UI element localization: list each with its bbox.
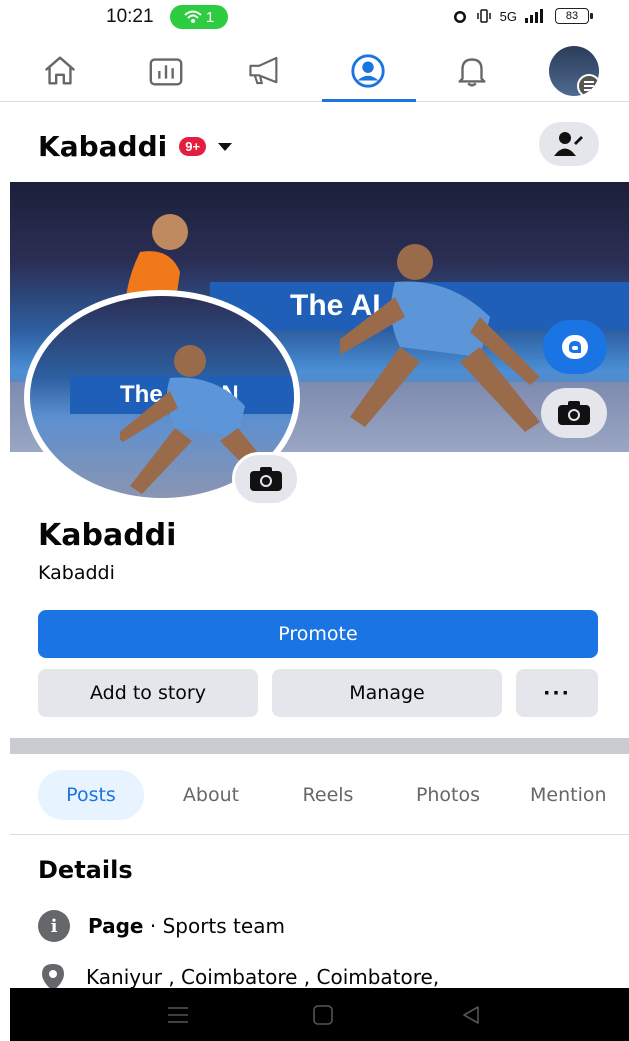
page-name: Kabaddi	[38, 130, 168, 163]
tabs-divider	[10, 834, 629, 835]
profile-subtitle: Kabaddi	[38, 562, 115, 584]
battery-indicator: 83	[555, 8, 593, 24]
status-icons: 5G 83	[452, 8, 593, 24]
back-triangle-icon	[463, 1006, 479, 1024]
tab-photos[interactable]: Photos	[398, 770, 498, 820]
camera-icon	[250, 467, 282, 491]
profile-name: Kabaddi	[38, 518, 177, 553]
detail-page-category: i Page · Sports team	[38, 910, 285, 942]
edit-cover-button[interactable]	[541, 388, 607, 438]
hotspot-indicator: 1	[170, 5, 228, 29]
square-icon	[313, 1005, 333, 1025]
detail-text: Page · Sports team	[88, 914, 285, 938]
alarm-icon	[453, 11, 466, 23]
camera-icon	[558, 401, 590, 425]
switch-profile-button[interactable]	[539, 122, 599, 166]
wifi-icon	[184, 10, 202, 23]
section-divider	[10, 738, 629, 754]
tab-posts[interactable]: Posts	[38, 770, 144, 820]
page-category: · Sports team	[149, 914, 285, 938]
vibrate-icon	[476, 9, 491, 23]
nav-home[interactable]	[30, 46, 90, 96]
home-button[interactable]	[310, 1002, 336, 1028]
recent-apps-button[interactable]	[165, 1002, 191, 1028]
page-label: Page	[88, 914, 144, 938]
system-nav-bar	[10, 988, 629, 1041]
chevron-down-icon	[218, 142, 233, 151]
page-header: Kabaddi 9+	[0, 102, 629, 182]
location-text: Kaniyur , Coimbatore , Coimbatore,	[86, 965, 440, 989]
player-figure-main	[340, 244, 540, 432]
hotspot-count: 1	[205, 8, 215, 26]
page-switcher[interactable]: Kabaddi 9+	[38, 130, 233, 163]
notification-badge: 9+	[179, 137, 207, 156]
status-bar: 10:21 1 5G 83	[0, 0, 629, 38]
battery-level: 83	[565, 10, 579, 22]
megaphone-icon	[249, 56, 278, 85]
add-to-story-button[interactable]: Add to story	[38, 669, 258, 717]
home-icon	[44, 56, 76, 85]
action-buttons: Add to story Manage ···	[38, 669, 598, 717]
signal-icon	[525, 9, 543, 23]
nav-menu[interactable]	[544, 46, 604, 96]
profile-icon	[351, 54, 385, 88]
tab-mentions[interactable]: Mention	[530, 770, 629, 820]
bell-icon	[458, 58, 486, 87]
profile-tabs: Posts About Reels Photos Mention	[0, 770, 629, 820]
menu-lines-icon	[168, 1007, 188, 1023]
chart-icon	[149, 58, 183, 86]
avatar-menu-icon	[549, 46, 599, 96]
top-nav	[0, 38, 629, 102]
status-time: 10:21	[106, 6, 154, 27]
info-icon: i	[38, 910, 70, 942]
edit-profile-picture-button[interactable]	[232, 452, 300, 506]
nav-notifications[interactable]	[442, 46, 502, 96]
nav-ads[interactable]	[236, 46, 296, 96]
user-edit-icon	[554, 132, 583, 156]
back-button[interactable]	[458, 1002, 484, 1028]
manage-button[interactable]: Manage	[272, 669, 502, 717]
tab-about[interactable]: About	[166, 770, 256, 820]
details-heading: Details	[38, 856, 133, 884]
avatar-a-icon	[562, 335, 588, 359]
menu-icon	[577, 74, 599, 96]
more-options-button[interactable]: ···	[516, 669, 598, 717]
nav-dashboard[interactable]	[136, 46, 196, 96]
network-label: 5G	[499, 8, 517, 24]
promote-button[interactable]: Promote	[38, 610, 598, 658]
nav-profile[interactable]	[338, 46, 398, 96]
avatar-style-button[interactable]	[543, 320, 607, 374]
tab-reels[interactable]: Reels	[288, 770, 368, 820]
